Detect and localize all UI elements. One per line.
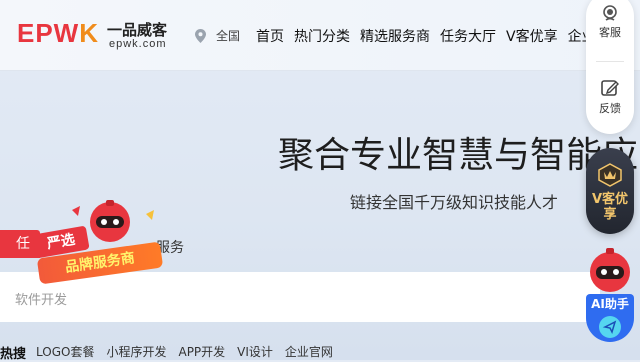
robot-avatar-icon — [590, 248, 630, 292]
feedback-label: 反馈 — [599, 102, 621, 115]
headset-icon — [603, 5, 617, 21]
logo-cn-name: 一品威客 — [107, 21, 168, 39]
ai-assistant-label: AI助手 — [586, 294, 634, 314]
feedback-button[interactable]: 反馈 — [586, 78, 634, 116]
hot-search-label: 热搜 — [0, 347, 27, 362]
top-navigation-bar: EPWK 一品威客 epwk.com 全国 首页 热门分类 精选服务商 任务大厅… — [0, 0, 640, 71]
hot-search-item[interactable]: 小程序开发 — [106, 343, 166, 362]
location-selector[interactable]: 全国 — [195, 27, 240, 44]
customer-service-label: 客服 — [599, 26, 621, 39]
edit-icon — [601, 80, 619, 96]
nav-item-hot-categories[interactable]: 热门分类 — [294, 26, 350, 46]
customer-service-button[interactable]: 客服 — [586, 4, 634, 40]
vip-label: V客优享 — [591, 192, 629, 222]
hero-subline: 链接全国千万级知识技能人才 — [350, 193, 559, 212]
nav-item-home[interactable]: 首页 — [256, 26, 284, 46]
location-pin-icon — [195, 28, 206, 43]
send-icon — [599, 316, 621, 338]
hot-search-item[interactable]: LOGO套餐 — [36, 343, 94, 362]
logo-wordmark: EPWK — [17, 18, 100, 48]
nav-item-featured-providers[interactable]: 精选服务商 — [360, 26, 430, 46]
vip-button[interactable]: V客优享 — [586, 148, 634, 234]
main-nav: 首页 热门分类 精选服务商 任务大厅 V客优享 企业服务 — [256, 26, 634, 46]
location-label: 全国 — [216, 29, 241, 43]
floating-sidebar: 客服 反馈 — [586, 0, 634, 134]
search-placeholder: 软件开发 — [15, 293, 68, 308]
hero-headline: 聚合专业智慧与智能应 — [278, 135, 639, 176]
promo-badge[interactable]: 严选 品牌服务商 — [28, 200, 168, 288]
sidebar-divider — [596, 61, 624, 62]
nav-item-task-hall[interactable]: 任务大厅 — [440, 26, 496, 46]
hot-search: 热搜 LOGO套餐 小程序开发 APP开发 VI设计 企业官网 — [0, 343, 345, 362]
nav-item-vip[interactable]: V客优享 — [506, 26, 558, 46]
ai-assistant-button[interactable]: AI助手 — [586, 246, 634, 344]
crown-icon — [598, 163, 622, 187]
logo-url: epwk.com — [109, 38, 167, 50]
hot-search-item[interactable]: VI设计 — [237, 343, 273, 362]
hot-search-item[interactable]: APP开发 — [178, 343, 225, 362]
hot-search-item[interactable]: 企业官网 — [285, 343, 333, 362]
ai-assistant-footer — [586, 312, 634, 342]
